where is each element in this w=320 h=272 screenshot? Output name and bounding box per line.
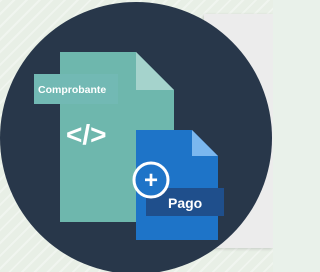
canvas: Comprobante </> Pago +: [0, 0, 273, 272]
xml-document-label: Comprobante: [38, 84, 106, 96]
code-brackets-icon: </>: [66, 119, 106, 150]
badge-illustration: Comprobante </> Pago +: [0, 2, 272, 272]
payment-document-label: Pago: [168, 195, 202, 211]
plus-circle-icon: +: [132, 161, 170, 199]
plus-symbol: +: [144, 167, 158, 194]
